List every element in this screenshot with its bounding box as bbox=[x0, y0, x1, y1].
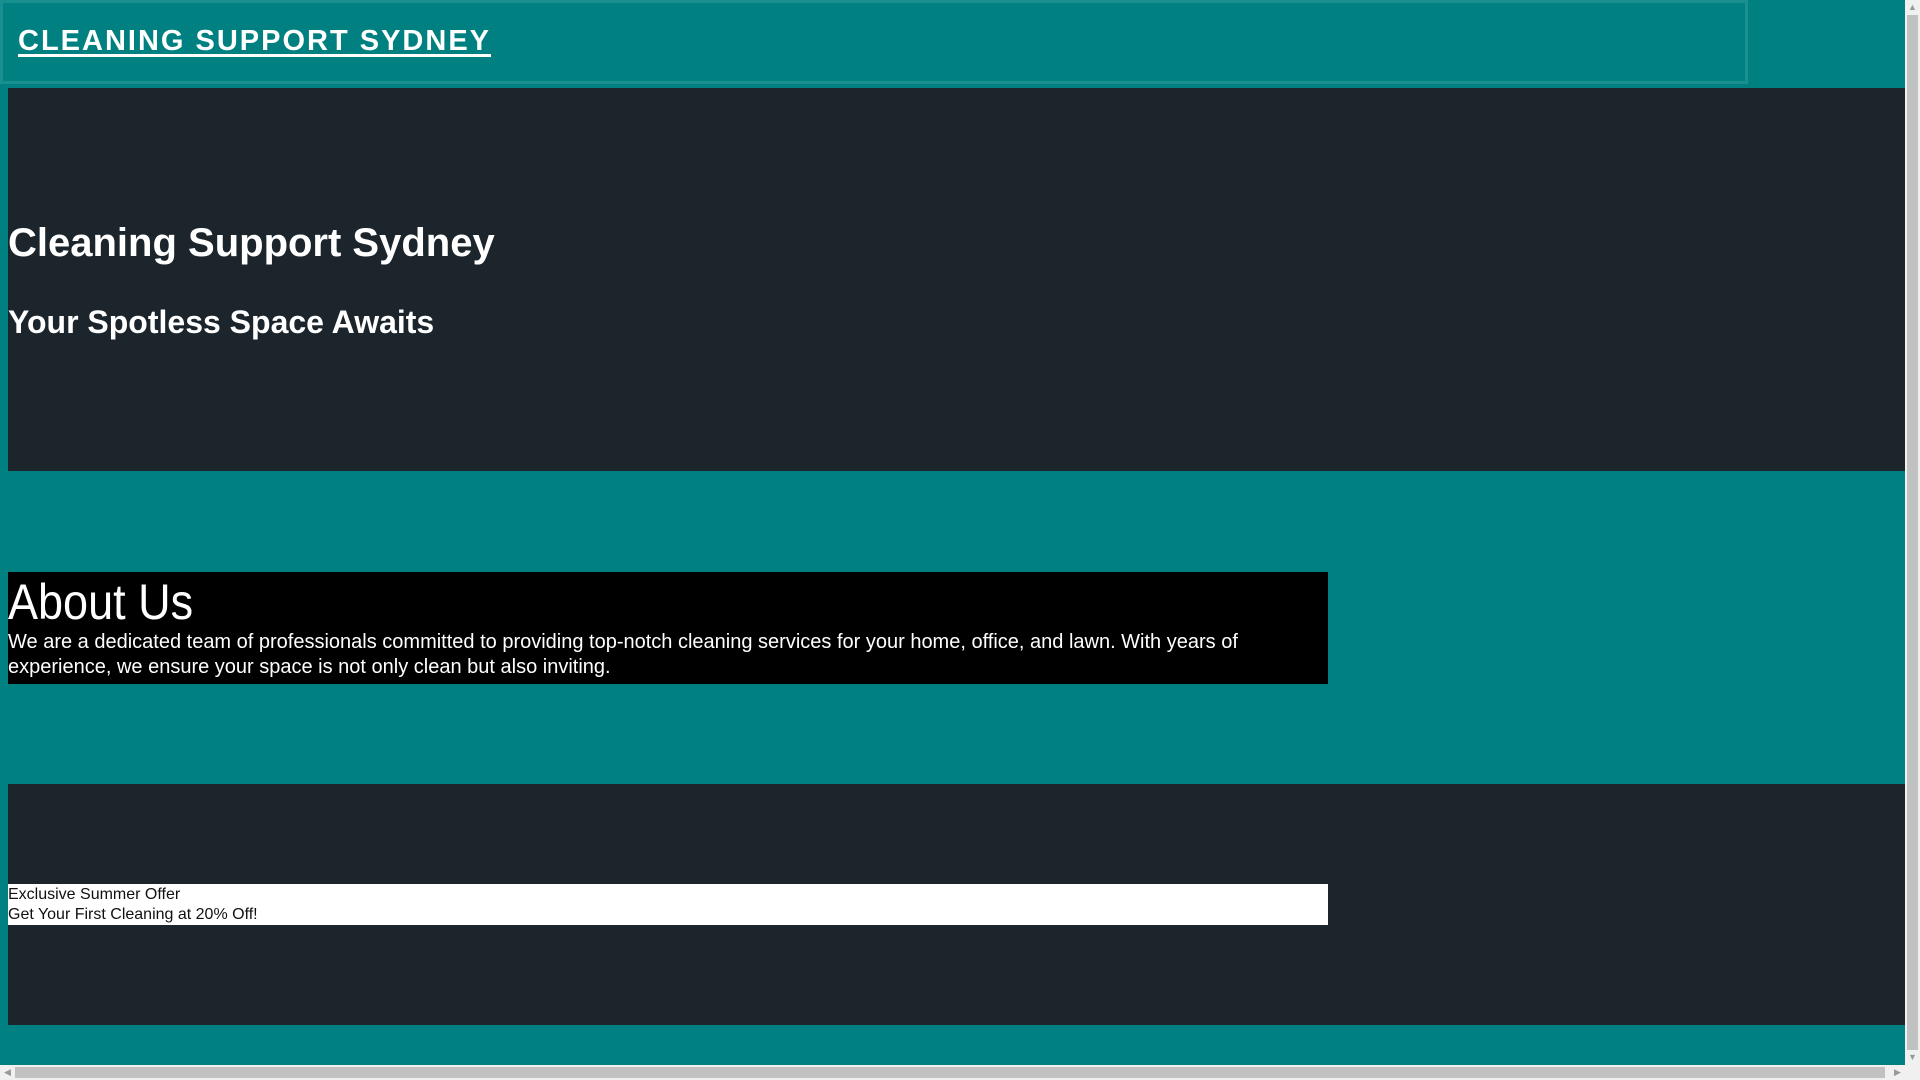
logo-link[interactable]: CLEANING SUPPORT SYDNEY bbox=[18, 25, 491, 58]
offer-title: Exclusive Summer Offer bbox=[8, 886, 181, 903]
hero-subtitle: Your Spotless Space Awaits bbox=[8, 304, 435, 340]
scroll-left-icon[interactable]: ◀ bbox=[0, 1065, 15, 1080]
hero-title: Cleaning Support Sydney bbox=[8, 221, 495, 265]
scrollbar-corner bbox=[1905, 1065, 1920, 1080]
vertical-scroll-thumb[interactable] bbox=[1907, 15, 1918, 1050]
scroll-up-icon[interactable]: ▲ bbox=[1905, 0, 1920, 15]
offer-box: Exclusive Summer Offer Get Your First Cl… bbox=[8, 884, 1328, 925]
hero-section: Cleaning Support Sydney Your Spotless Sp… bbox=[8, 88, 1905, 471]
about-text: We are a dedicated team of professionals… bbox=[8, 631, 1238, 678]
horizontal-scrollbar[interactable]: ◀ ▶ bbox=[0, 1065, 1905, 1080]
about-heading: About Us bbox=[8, 574, 194, 630]
offer-text: Get Your First Cleaning at 20% Off! bbox=[8, 906, 258, 923]
vertical-scrollbar[interactable]: ▲ ▼ bbox=[1905, 0, 1920, 1065]
about-section: About Us We are a dedicated team of prof… bbox=[8, 572, 1328, 684]
offer-section: Exclusive Summer Offer Get Your First Cl… bbox=[8, 784, 1905, 1025]
site-header: CLEANING SUPPORT SYDNEY bbox=[0, 0, 1748, 84]
scroll-right-icon[interactable]: ▶ bbox=[1890, 1065, 1905, 1080]
horizontal-scroll-thumb[interactable] bbox=[15, 1067, 1885, 1078]
scroll-down-icon[interactable]: ▼ bbox=[1905, 1050, 1920, 1065]
